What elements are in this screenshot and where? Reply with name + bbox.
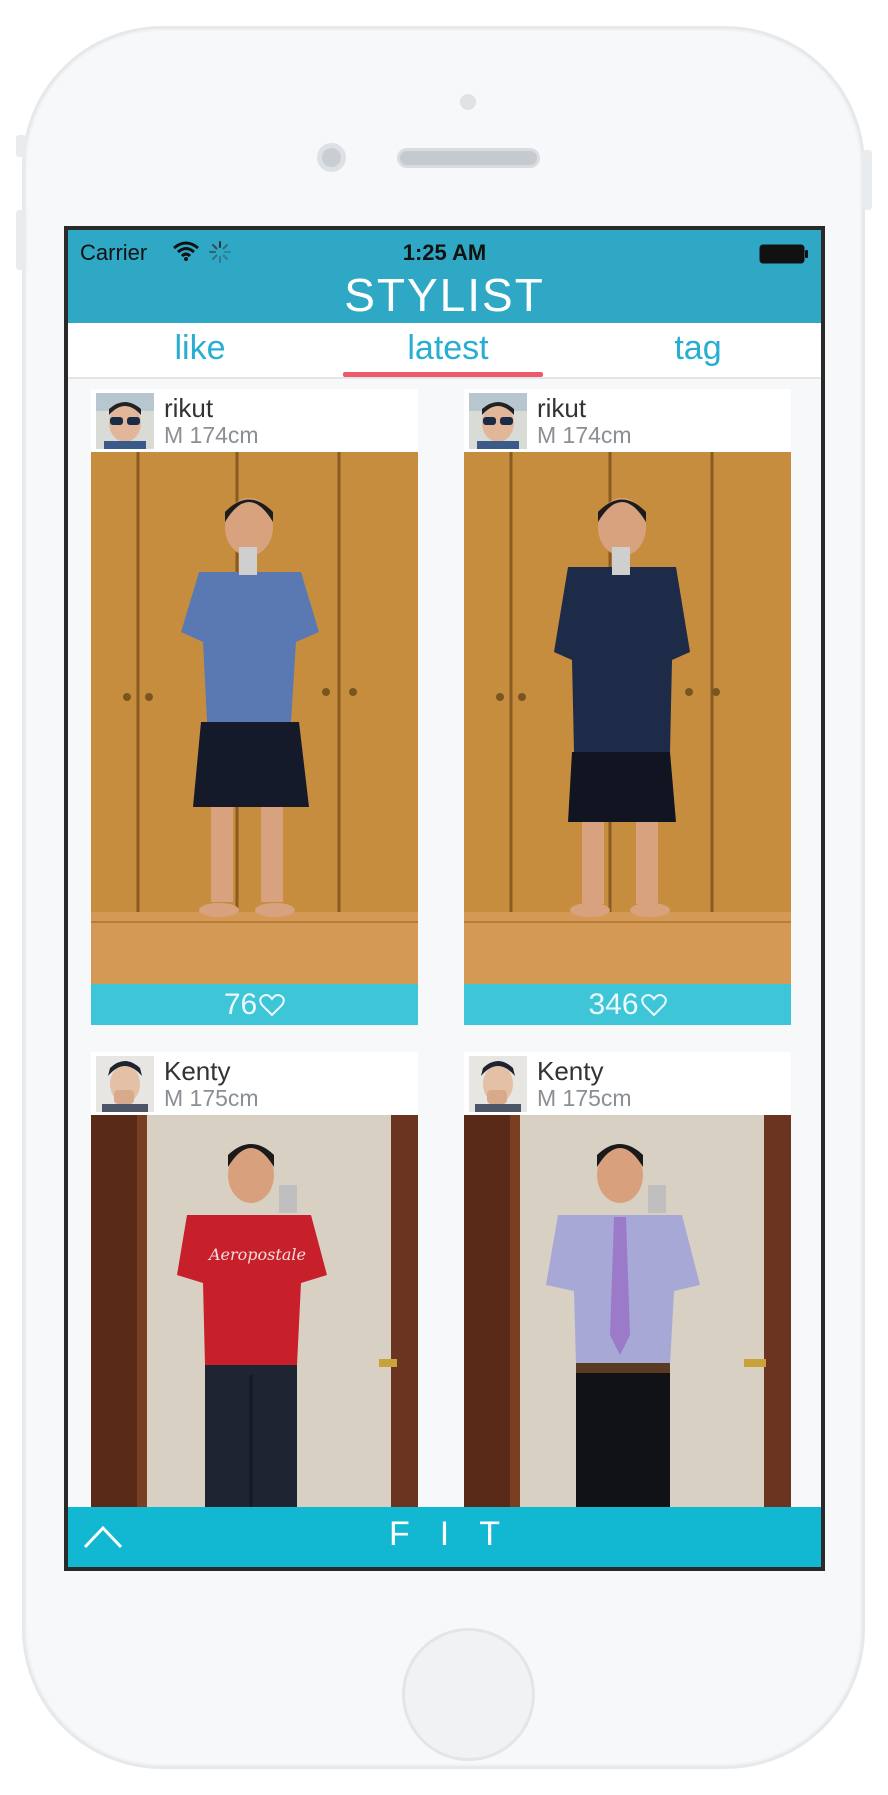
avatar[interactable] xyxy=(96,393,154,449)
post-card[interactable]: rikut M 174cm xyxy=(464,389,791,1025)
like-button[interactable]: 346 xyxy=(464,984,791,1025)
earpiece-speaker xyxy=(397,148,540,168)
active-tab-indicator xyxy=(343,372,543,377)
header: Carrier 1:25 AM STYLIST xyxy=(68,230,821,323)
post-header: Kenty M 175cm xyxy=(464,1052,791,1115)
post-header: rikut M 174cm xyxy=(464,389,791,452)
bottom-bar: FIT xyxy=(68,1507,821,1567)
user-meta: M 175cm xyxy=(164,1085,259,1111)
like-button[interactable]: 76 xyxy=(91,984,418,1025)
heart-icon xyxy=(259,994,285,1017)
app-screen: Carrier 1:25 AM STYLIST like latest tag … xyxy=(64,226,825,1571)
outfit-photo[interactable] xyxy=(464,452,791,984)
app-title: STYLIST xyxy=(344,269,545,321)
avatar[interactable] xyxy=(96,1056,154,1112)
user-meta: M 174cm xyxy=(164,422,259,448)
home-button[interactable] xyxy=(402,1628,535,1761)
svg-text:Aeropostale: Aeropostale xyxy=(207,1245,306,1264)
user-name[interactable]: rikut xyxy=(164,393,213,424)
volume-up-button xyxy=(16,210,26,270)
post-header: rikut M 174cm xyxy=(91,389,418,452)
tab-latest[interactable]: latest xyxy=(348,329,548,368)
user-name[interactable]: rikut xyxy=(537,393,586,424)
status-bar: Carrier 1:25 AM xyxy=(68,236,821,272)
tab-tag[interactable]: tag xyxy=(598,329,798,368)
post-card[interactable]: rikut M 174cm xyxy=(91,389,418,1025)
battery-icon xyxy=(759,244,808,264)
heart-icon xyxy=(640,994,667,1017)
like-count: 76 xyxy=(223,988,258,1021)
user-meta: M 174cm xyxy=(537,422,632,448)
user-meta: M 175cm xyxy=(537,1085,632,1111)
outfit-photo[interactable] xyxy=(91,452,418,984)
post-card[interactable]: Kenty M 175cm Aeropostale xyxy=(91,1052,418,1507)
avatar[interactable] xyxy=(469,1056,527,1112)
outfit-photo[interactable]: Aeropostale xyxy=(91,1115,418,1507)
bottom-bar-label: FIT xyxy=(389,1515,530,1553)
status-time: 1:25 AM xyxy=(402,240,487,265)
front-sensor xyxy=(460,94,476,110)
tab-like[interactable]: like xyxy=(100,329,300,368)
post-card[interactable]: Kenty M 175cm xyxy=(464,1052,791,1507)
user-name[interactable]: Kenty xyxy=(537,1056,604,1087)
tab-bar: like latest tag xyxy=(68,323,821,379)
like-count: 346 xyxy=(588,988,639,1021)
avatar[interactable] xyxy=(469,393,527,449)
mute-switch xyxy=(16,135,26,157)
front-camera xyxy=(317,143,346,172)
post-header: Kenty M 175cm xyxy=(91,1052,418,1115)
post-feed[interactable]: rikut M 174cm 76 rikut M 174cm 346 Kenty… xyxy=(68,379,821,1507)
power-button xyxy=(862,150,872,210)
user-name[interactable]: Kenty xyxy=(164,1056,231,1087)
outfit-photo[interactable] xyxy=(464,1115,791,1507)
